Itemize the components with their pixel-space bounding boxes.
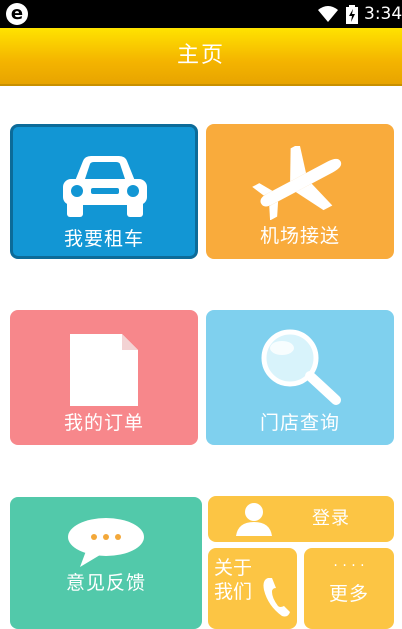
document-icon (70, 334, 138, 406)
login-label: 登录 (312, 508, 350, 529)
chat-bubble-icon (68, 518, 144, 567)
user-icon (236, 503, 272, 536)
airplane-icon (252, 146, 342, 220)
more-label: 更多 (328, 583, 369, 605)
car-icon (63, 156, 147, 217)
more-tile[interactable]: · · · · 更多 (304, 548, 394, 629)
status-time: 3:34 (364, 4, 402, 24)
more-dots: · · · · (333, 558, 365, 574)
about-us-label: 关于 我们 (214, 556, 252, 604)
feedback-tile[interactable]: 意见反馈 (10, 497, 202, 629)
store-search-tile[interactable]: 门店查询 (206, 310, 394, 445)
airport-transfer-label: 机场接送 (259, 225, 340, 247)
page-title: 主页 (176, 43, 225, 68)
phone-icon (263, 578, 290, 617)
magnifier-icon (261, 329, 341, 405)
my-orders-label: 我的订单 (63, 412, 144, 434)
about-us-label-line1: 关于 (214, 557, 253, 579)
feedback-label: 意见反馈 (65, 572, 146, 594)
battery-icon (346, 5, 358, 24)
login-tile[interactable]: 登录 (208, 496, 394, 542)
status-bar: e 3:34 (0, 0, 402, 28)
about-us-tile[interactable]: 关于 我们 (208, 548, 297, 629)
wifi-icon (318, 6, 338, 22)
store-search-label: 门店查询 (259, 412, 340, 434)
app-notification-icon: e (6, 3, 28, 25)
rent-car-label: 我要租车 (63, 228, 144, 250)
airport-transfer-tile[interactable]: 机场接送 (206, 124, 394, 259)
about-us-label-line2: 我们 (214, 581, 253, 603)
rent-car-tile[interactable]: 我要租车 (10, 124, 198, 259)
my-orders-tile[interactable]: 我的订单 (10, 310, 198, 445)
title-bar: 主页 (0, 28, 402, 86)
